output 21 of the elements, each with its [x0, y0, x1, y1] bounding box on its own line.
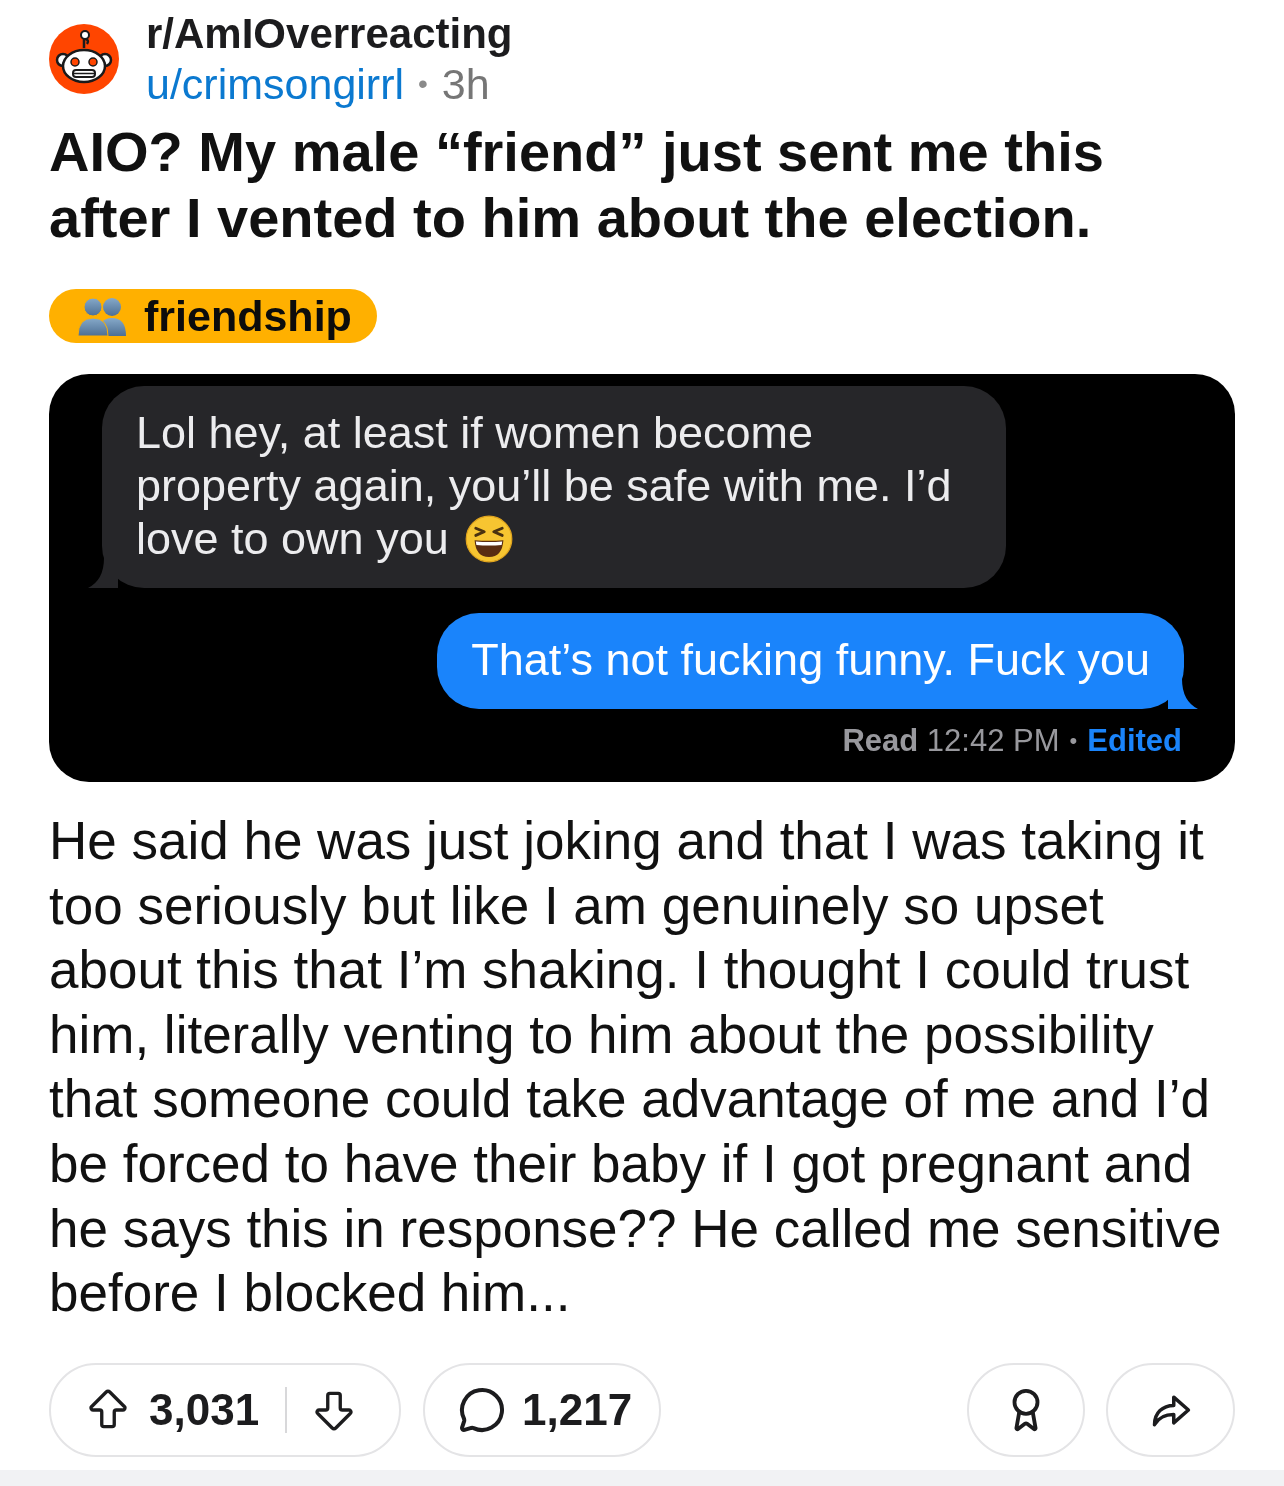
comment-bubble-icon [458, 1386, 506, 1434]
separator-dot: • [418, 67, 428, 101]
post-age: 3h [441, 59, 490, 109]
message-bubble: Lol hey, at least if women become property again, you’ll be safe with me. I’d love to own you [102, 386, 1006, 588]
flair-label: friendship [144, 291, 352, 342]
bubble-tail [1168, 679, 1198, 709]
flair-tag[interactable]: friendship [49, 289, 377, 343]
separator-dot: • [1069, 727, 1078, 755]
subreddit-name[interactable]: r/AmIOverreacting [146, 9, 513, 59]
vote-score: 3,031 [149, 1384, 260, 1436]
read-status: Read 12:42 PM [842, 723, 1060, 759]
comments-button[interactable]: 1,217 [423, 1363, 661, 1457]
author-link[interactable]: u/crimsongirrl [146, 59, 405, 109]
message-bubble: That’s not fucking funny. Fuck you [437, 613, 1184, 709]
post-title: AIO? My male “friend” just sent me this after I vented to him about the election. [49, 119, 1105, 251]
edited-label: Edited [1087, 723, 1182, 759]
share-button[interactable] [1106, 1363, 1235, 1457]
award-button[interactable] [967, 1363, 1085, 1457]
bubble-tail [88, 558, 118, 588]
alien-avatar-icon [49, 24, 119, 94]
post-body: He said he was just joking and that I was taking it too seriously but like I am genuinely so upset about this that I’m shaking. I thought I could trust him, literally venting to him about the possibility that someone could take advantage of me and I’d be forced to have their baby if I got pregnant and he says this in response?? He called me sensitive before I blocked him... [49, 810, 1223, 1325]
